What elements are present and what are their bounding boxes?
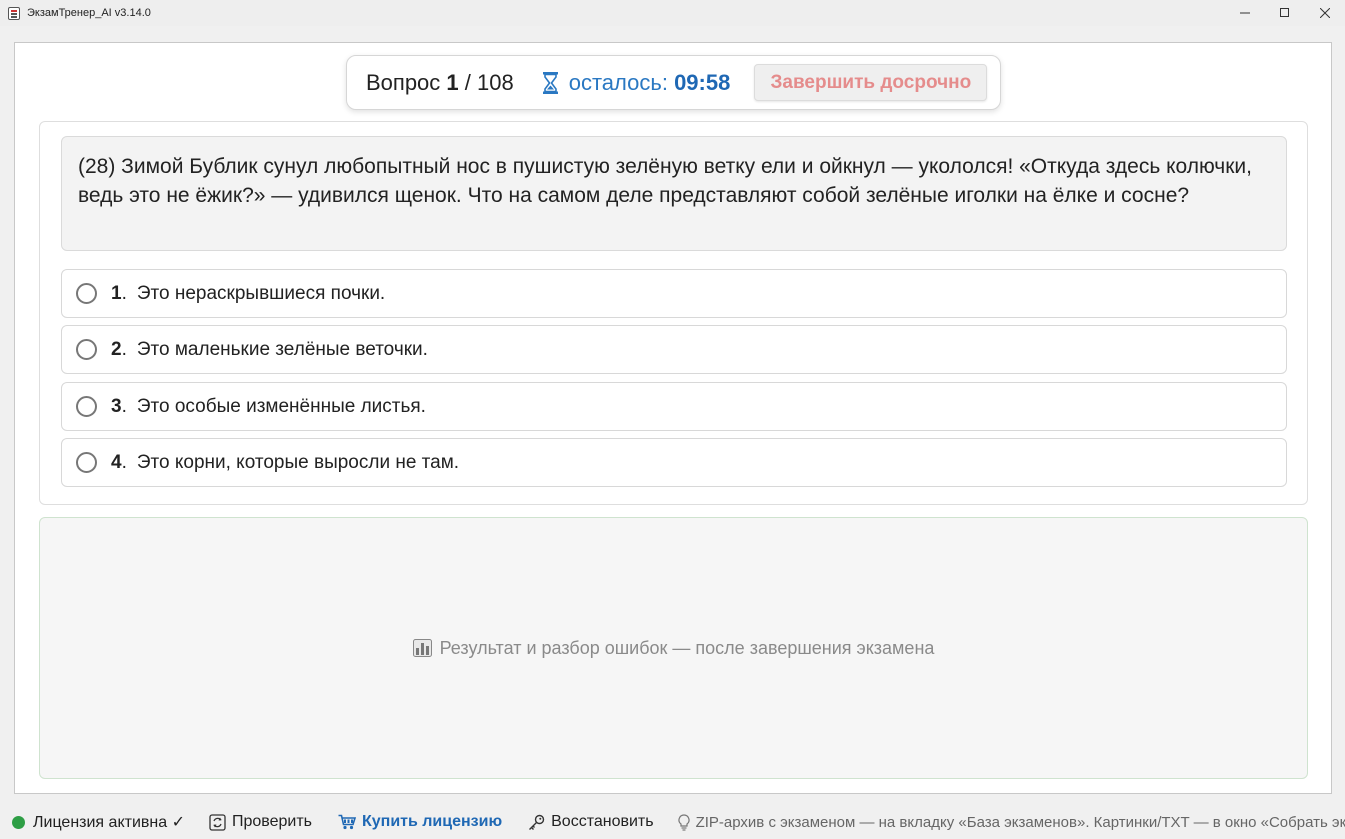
key-icon — [529, 814, 545, 830]
radio-button[interactable] — [76, 339, 97, 360]
license-status-dot — [12, 815, 25, 829]
title-bar: ЭкзамТренер_AI v3.14.0 — [0, 0, 1345, 26]
check-label: Проверить — [231, 813, 312, 830]
question-card: (28) Зимой Бублик сунул любопытный нос в… — [39, 121, 1308, 505]
license-status: Лицензия активна ✓ — [0, 805, 185, 839]
restore-label: Восстановить — [551, 813, 654, 830]
question-current: 1 — [446, 69, 459, 95]
question-label: Вопрос — [366, 69, 441, 95]
restore-button[interactable]: Восстановить — [528, 805, 654, 839]
answer-option-1[interactable]: 1. Это нераскрывшиеся почки. — [61, 269, 1287, 318]
result-panel: Результат и разбор ошибок — после заверш… — [39, 517, 1308, 779]
hint-text: ZIP-архив с экзаменом — на вкладку «База… — [695, 813, 1345, 831]
close-button[interactable] — [1305, 0, 1345, 26]
timer-value: 09:58 — [674, 69, 731, 95]
shopping-cart-icon — [338, 814, 356, 830]
close-icon — [1320, 8, 1330, 18]
finish-early-button[interactable]: Завершить досрочно — [754, 64, 988, 101]
license-status-text: Лицензия активна ✓ — [33, 814, 185, 831]
result-text: Результат и разбор ошибок — после заверш… — [439, 637, 935, 658]
exam-header: Вопрос 1 / 108 осталось: 09:58 Завершить… — [346, 55, 1001, 110]
answer-number: 3 — [111, 395, 122, 417]
refresh-icon — [209, 813, 226, 831]
window-title: ЭкзамТренер_AI v3.14.0 — [27, 7, 151, 19]
question-total: / 108 — [464, 69, 514, 95]
answer-option-2[interactable]: 2. Это маленькие зелёные веточки. — [61, 325, 1287, 374]
lightbulb-icon — [678, 813, 690, 831]
timer-label: осталось: — [568, 69, 668, 95]
question-counter: Вопрос 1 / 108 — [366, 70, 514, 96]
radio-button[interactable] — [76, 452, 97, 473]
answer-text: Это нераскрывшиеся почки. — [136, 282, 386, 304]
main-frame: Вопрос 1 / 108 осталось: 09:58 Завершить… — [14, 42, 1332, 794]
buy-license-label: Купить лицензию — [361, 813, 503, 830]
maximize-button[interactable] — [1265, 0, 1305, 26]
hourglass-icon — [542, 71, 559, 95]
answer-text: Это особые изменённые листья. — [136, 395, 426, 417]
minimize-button[interactable] — [1225, 0, 1265, 26]
maximize-icon — [1280, 8, 1289, 17]
radio-button[interactable] — [76, 283, 97, 304]
minimize-icon — [1240, 12, 1250, 14]
question-text: (28) Зимой Бублик сунул любопытный нос в… — [61, 136, 1287, 251]
app-icon — [8, 6, 20, 20]
answer-text: Это корни, которые выросли не там. — [136, 451, 460, 473]
result-message: Результат и разбор ошибок — после заверш… — [412, 637, 935, 659]
hint: ZIP-архив с экзаменом — на вкладку «База… — [678, 805, 1345, 839]
answer-number: 1 — [111, 282, 122, 304]
window-controls — [1225, 0, 1345, 26]
answer-option-3[interactable]: 3. Это особые изменённые листья. — [61, 382, 1287, 431]
radio-button[interactable] — [76, 396, 97, 417]
answer-text: Это маленькие зелёные веточки. — [136, 338, 428, 360]
answer-number: 2 — [111, 338, 122, 360]
answer-option-4[interactable]: 4. Это корни, которые выросли не там. — [61, 438, 1287, 487]
status-bar: Лицензия активна ✓ Проверить Купить лице… — [0, 805, 1345, 839]
timer: осталось: 09:58 — [569, 70, 731, 96]
bar-chart-icon — [412, 639, 432, 657]
check-button[interactable]: Проверить — [209, 805, 312, 839]
buy-license-button[interactable]: Купить лицензию — [338, 805, 502, 839]
answer-number: 4 — [111, 451, 122, 473]
